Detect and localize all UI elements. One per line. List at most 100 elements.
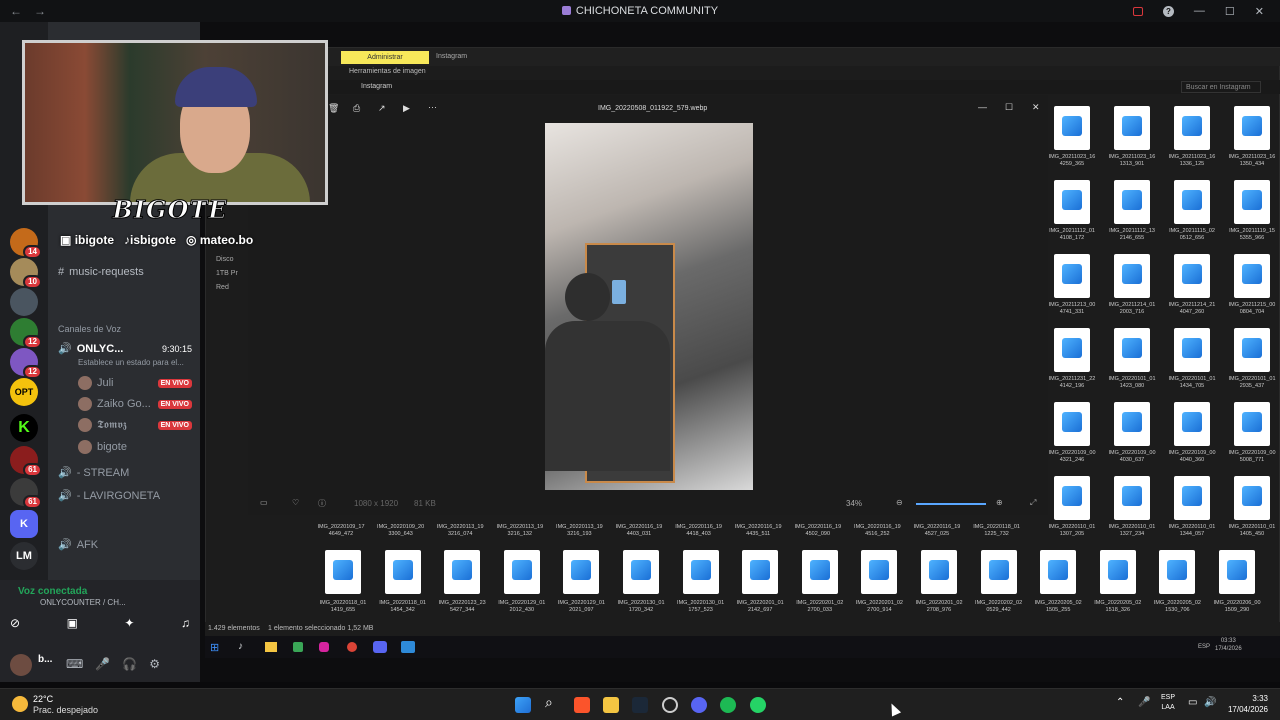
image-thumbnail[interactable] (1054, 476, 1090, 520)
image-thumbnail[interactable] (623, 550, 659, 594)
nav-item[interactable]: Disco (216, 253, 238, 267)
app-icon[interactable] (662, 697, 678, 713)
voice-channel-name[interactable]: ONLYCOUNTER / CH... (40, 598, 126, 607)
favorite-icon[interactable]: ♡ (292, 498, 299, 507)
chevron-up-icon[interactable]: ⌃ (1116, 697, 1124, 708)
image-thumbnail[interactable] (1114, 106, 1150, 150)
image-thumbnail[interactable] (1234, 328, 1270, 372)
voice-channel-stream[interactable]: 🔊 - STREAM (48, 466, 200, 480)
maximize-button[interactable]: ☐ (1225, 5, 1235, 18)
image-thumbnail[interactable] (503, 550, 540, 594)
start-icon[interactable] (515, 697, 531, 713)
image-thumbnail[interactable] (444, 550, 481, 594)
image-thumbnail[interactable] (1114, 254, 1150, 298)
maximize-button[interactable]: ☐ (1005, 102, 1013, 113)
instagram-icon[interactable] (319, 642, 329, 652)
spotify-icon[interactable] (720, 697, 736, 713)
image-thumbnail[interactable] (1219, 550, 1255, 594)
image-thumbnail[interactable] (1174, 402, 1210, 446)
discord-icon[interactable] (691, 697, 707, 713)
image-thumbnail[interactable] (325, 550, 361, 594)
help-icon[interactable]: ? (1162, 5, 1174, 17)
inbox-icon[interactable] (1132, 6, 1143, 16)
nav-item[interactable]: 1TB Pr (216, 267, 238, 281)
nav-item[interactable]: Red (216, 281, 238, 295)
image-thumbnail[interactable] (1040, 550, 1077, 594)
info-icon[interactable]: ⓘ (318, 498, 326, 509)
image-thumbnail[interactable] (1174, 328, 1210, 372)
voice-user[interactable]: Juli EN VIVO (48, 376, 200, 390)
weather-icon[interactable] (12, 696, 28, 712)
slideshow-icon[interactable]: ▶ (403, 103, 410, 114)
back-button[interactable]: ← (10, 4, 22, 18)
voice-user[interactable]: bigote (48, 440, 200, 454)
weather-text[interactable]: Prac. despejado (33, 705, 98, 715)
image-thumbnail[interactable] (1234, 106, 1270, 150)
server-icon[interactable]: 14 (10, 228, 42, 259)
voice-channel-lavirgoneta[interactable]: 🔊 - LAVIRGONETA (48, 489, 200, 503)
brave-icon[interactable] (574, 697, 590, 713)
server-icon[interactable]: LM (10, 542, 38, 570)
image-thumbnail[interactable] (1054, 328, 1090, 372)
image-thumbnail[interactable] (921, 550, 957, 594)
image-thumbnail[interactable] (563, 550, 600, 594)
admin-tab[interactable]: Administrar (341, 51, 429, 64)
headphones-icon[interactable]: 🎧 (122, 657, 137, 671)
image-thumbnail[interactable] (682, 550, 719, 594)
search-input[interactable]: Buscar en Instagram (1181, 81, 1261, 93)
screen-share-icon[interactable]: ▣ (67, 616, 78, 630)
search-icon[interactable]: ⌕ (545, 694, 553, 711)
image-thumbnail[interactable] (1174, 106, 1210, 150)
server-icon[interactable]: OPT (10, 378, 38, 406)
temperature[interactable]: 22°C (33, 694, 53, 704)
image-thumbnail[interactable] (1234, 402, 1270, 446)
whatsapp-icon[interactable] (750, 697, 766, 713)
folder-icon[interactable] (265, 642, 277, 652)
image-thumbnail[interactable] (1054, 180, 1090, 224)
minimize-button[interactable]: — (1194, 5, 1205, 17)
fullscreen-icon[interactable]: ⤢ (1030, 498, 1036, 508)
zoom-slider[interactable] (916, 503, 986, 505)
image-thumbnail[interactable] (1174, 476, 1210, 520)
image-thumbnail[interactable] (1174, 180, 1210, 224)
image-thumbnail[interactable] (861, 550, 898, 594)
chrome-icon[interactable] (347, 642, 357, 652)
image-thumbnail[interactable] (1114, 402, 1150, 446)
language-indicator[interactable]: ESP LAA (1161, 693, 1175, 713)
server-icon[interactable] (10, 288, 38, 316)
zoom-out-icon[interactable]: ⊖ (896, 498, 903, 507)
server-icon[interactable]: 61 (10, 446, 42, 477)
volume-icon[interactable]: 🔊 (1204, 697, 1216, 708)
filmstrip-icon[interactable]: ▭ (260, 498, 268, 507)
user-name[interactable]: b... (38, 654, 52, 665)
tiktok-icon[interactable]: ♪ (238, 641, 243, 652)
status-prompt[interactable]: Establece un estado para el... (48, 358, 200, 367)
image-thumbnail[interactable] (980, 550, 1017, 594)
folder-icon[interactable] (603, 697, 619, 713)
image-thumbnail[interactable] (1114, 476, 1150, 520)
voice-channel-onlycounter[interactable]: 🔊 ONLYC... 9:30:15 (48, 342, 200, 356)
image-thumbnail[interactable] (1234, 476, 1270, 520)
channel-music-requests[interactable]: # music-requests (48, 266, 200, 278)
app-icon[interactable] (293, 642, 303, 652)
discord-icon[interactable] (373, 641, 387, 653)
gear-icon[interactable]: ⚙ (149, 657, 160, 671)
image-thumbnail[interactable] (1054, 254, 1090, 298)
instagram-tab[interactable]: Instagram (436, 53, 467, 60)
voice-category[interactable]: Canales de Voz (48, 324, 200, 334)
image-thumbnail[interactable] (1054, 402, 1090, 446)
image-thumbnail[interactable] (1234, 254, 1270, 298)
image-thumbnail[interactable] (1234, 180, 1270, 224)
image-thumbnail[interactable] (1099, 550, 1136, 594)
microphone-icon[interactable]: 🎤 (95, 657, 110, 671)
trash-icon[interactable]: 🗑 (328, 103, 339, 114)
zoom-in-icon[interactable]: ⊕ (996, 498, 1003, 507)
image-tools-tab[interactable]: Herramientas de imagen (349, 68, 426, 75)
zoom-level[interactable]: 34% (846, 499, 862, 508)
server-icon[interactable]: 10 (10, 258, 42, 289)
close-button[interactable]: ✕ (1255, 5, 1264, 18)
photos-icon[interactable] (401, 641, 415, 653)
image-thumbnail[interactable] (1114, 180, 1150, 224)
image-thumbnail[interactable] (742, 550, 779, 594)
avatar[interactable] (10, 654, 32, 676)
